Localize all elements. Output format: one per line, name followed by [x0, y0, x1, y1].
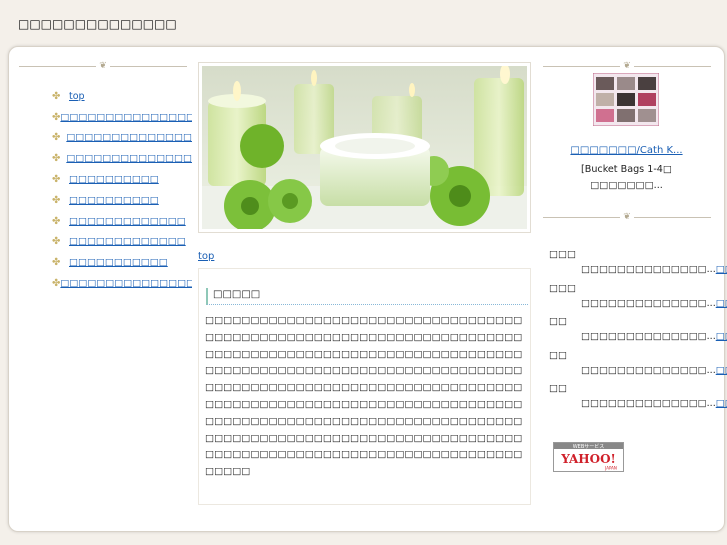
news-link[interactable]: □□□□□ [716, 331, 727, 342]
sidebar-item: ✤ □□□□□□□□□□□□□ [52, 211, 192, 232]
article-box: □□□□□ □□□□□□□□□□□□□□□□□□□□□□□□□□□□□□□□□□… [198, 268, 531, 505]
badge-country-label: JAPAN [604, 466, 617, 471]
yahoo-japan-badge[interactable]: WEBサービス YAHOO! JAPAN [553, 442, 624, 472]
flower-bullet-icon: ✤ [52, 236, 61, 248]
news-text: □□□□□□□□□□□□□□... [581, 264, 716, 275]
promo-title-link[interactable]: □□□□□□□/Cath K... [560, 145, 693, 156]
news-item: □□ □□□□□□□□□□□□□□...□□□□□ [549, 348, 727, 382]
news-list: □□□ □□□□□□□□□□□□□□...□ □□□ □ □□□ □□□□□□□□□… [549, 247, 727, 415]
badge-small-label: WEBサービス [573, 443, 605, 450]
hero-image [198, 62, 531, 233]
news-link[interactable]: □□□□□ [716, 398, 727, 409]
divider-ornament: ❦ [543, 213, 711, 222]
sidebar-item: ✤ □□□□□□□□□□ [52, 190, 192, 211]
site-title: □□□□□□□□□□□□□□ [18, 17, 177, 31]
news-link[interactable]: □□□□□ [716, 264, 727, 275]
divider-ornament: ❦ [19, 62, 187, 71]
news-date: □□□ [549, 249, 576, 260]
sidebar-link[interactable]: □□□□□□□□□□□□□ [69, 236, 186, 247]
sidebar-item: ✤ top [52, 86, 192, 107]
flower-bullet-icon: ✤ [52, 257, 61, 269]
sidebar-link[interactable]: □□□□□□□□□□□□□□ [66, 153, 192, 164]
sidebar-item: ✤ □□□□□□□□□□□□□□ [52, 128, 192, 149]
sidebar-link[interactable]: □□□□□□□□□□ [69, 195, 159, 206]
sidebar-item: ✤ □□□□□□□□□□□□□□ [52, 148, 192, 169]
news-link[interactable]: □□□□□ [716, 298, 727, 309]
news-text: □□□□□□□□□□□□□□... [581, 364, 716, 376]
news-item: □□ □□□□□□□□□□□□□□...□□□□□ [549, 314, 727, 348]
flower-bullet-icon: ✤ [52, 153, 61, 165]
news-item: □□ □□□□□□□□□□□□□□...□□□□□ [549, 381, 727, 415]
news-item: □□□ □□□□□□□□□□□□□□...□□□□□ [549, 247, 727, 281]
sidebar-item: ✤ □□□□□□□□□□ [52, 169, 192, 190]
sidebar-link[interactable]: top [69, 91, 85, 102]
news-link[interactable]: □□□□□ [716, 365, 727, 376]
flower-bullet-icon: ✤ [52, 194, 61, 206]
flower-bullet-icon: ✤ [52, 215, 61, 227]
news-text: □□□□□□□□□□□□□□... [581, 297, 716, 309]
candles-and-flowers-image [202, 66, 527, 229]
promo-description: [Bucket Bags 1-4□ □□□□□□□... [581, 164, 672, 191]
sidebar-link[interactable]: □□□□□□□□□□□□□□□□□□□□□ [60, 112, 192, 123]
bag-product-thumbnail[interactable] [593, 73, 659, 126]
news-text: □□□□□□□□□□□□□□... [581, 331, 716, 342]
sidebar-nav: ✤top ✤□□□□□□□□□□□□□□□□□□□□□ ✤□□□□□□□□□□□… [52, 86, 192, 294]
sidebar-item: ✤□□□□□□□□□□□□□□□□□□□□□ [52, 107, 192, 128]
flower-bullet-icon: ✤ [52, 132, 61, 144]
news-date: □□ [549, 383, 567, 394]
sidebar-item: ✤□□□□□□□□□□□□□□□□□□□□□ [52, 273, 192, 294]
flower-bullet-icon: ✤ [52, 278, 61, 290]
news-date: □□□ [549, 282, 576, 294]
news-date: □□ [549, 316, 567, 327]
sidebar-item: ✤ □□□□□□□□□□□ [52, 252, 192, 273]
news-text: □□□□□□□□□□□□□□... [581, 398, 716, 409]
sidebar-link[interactable]: □□□□□□□□□□□□□□□□□□□□□ [60, 278, 192, 289]
sidebar-item: ✤ □□□□□□□□□□□□□ [52, 232, 192, 253]
flower-bullet-icon: ✤ [52, 90, 61, 102]
flower-bullet-icon: ✤ [52, 111, 61, 123]
divider-ornament: ❦ [543, 62, 711, 71]
sidebar-link[interactable]: □□□□□□□□□□□ [69, 257, 168, 268]
news-date: □□ [549, 349, 567, 361]
breadcrumb-top-link[interactable]: top [198, 251, 214, 262]
news-item: □□□ □□□□□□□□□□□□□□...□□□□□ [549, 281, 727, 315]
badge-brand-label: YAHOO! [560, 452, 616, 466]
article-heading: □□□□□ [206, 288, 528, 305]
article-body: □□□□□□□□□□□□□□□□□□□□□□□□□□□□□□□□□□□□□□□□… [205, 315, 523, 478]
flower-bullet-icon: ✤ [52, 174, 61, 186]
sidebar-link[interactable]: □□□□□□□□□□ [69, 174, 159, 185]
sidebar-link[interactable]: □□□□□□□□□□□□□□ [66, 132, 192, 143]
sidebar-link[interactable]: □□□□□□□□□□□□□ [69, 216, 186, 227]
